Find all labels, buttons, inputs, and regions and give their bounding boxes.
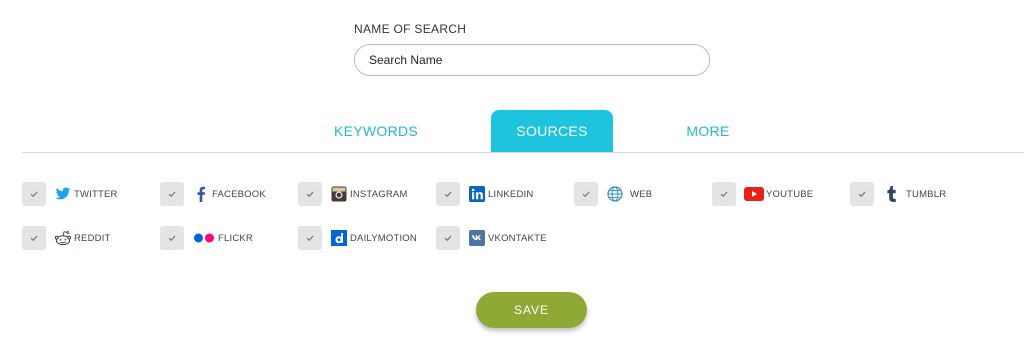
twitter-label: TWITTER	[74, 188, 118, 200]
facebook-label: FACEBOOK	[212, 188, 266, 200]
tab-sources[interactable]: SOURCES	[491, 110, 613, 152]
checkmark-icon	[306, 235, 314, 242]
instagram-label: INSTAGRAM	[350, 188, 408, 200]
checkmark-icon	[168, 191, 176, 198]
flickr-label: FLICKR	[218, 232, 253, 244]
checkmark-icon	[30, 235, 38, 242]
linkedin-checkbox[interactable]	[436, 182, 460, 206]
web-label: WEB	[630, 188, 653, 200]
web-checkbox[interactable]	[574, 182, 598, 206]
checkmark-icon	[582, 191, 590, 198]
dailymotion-label: DAILYMOTION	[350, 232, 417, 244]
source-vkontakte: VKONTAKTE	[436, 226, 547, 250]
tumblr-label: TUMBLR	[906, 188, 947, 200]
source-twitter: TWITTER	[22, 182, 118, 206]
flickr-checkbox[interactable]	[160, 226, 184, 250]
search-name-label: NAME OF SEARCH	[354, 22, 467, 36]
checkmark-icon	[444, 191, 452, 198]
tab-keywords[interactable]: KEYWORDS	[300, 110, 452, 152]
checkmark-icon	[858, 191, 866, 198]
source-reddit: REDDIT	[22, 226, 111, 250]
checkmark-icon	[306, 191, 314, 198]
facebook-icon	[192, 185, 210, 203]
youtube-icon	[744, 185, 764, 203]
vkontakte-checkbox[interactable]	[436, 226, 460, 250]
source-web: WEB	[574, 182, 652, 206]
globe-icon	[606, 185, 624, 203]
source-facebook: FACEBOOK	[160, 182, 266, 206]
twitter-checkbox[interactable]	[22, 182, 46, 206]
tab-divider	[22, 152, 1024, 153]
reddit-label: REDDIT	[74, 232, 111, 244]
tumblr-icon	[882, 185, 900, 203]
flickr-icon	[192, 229, 216, 247]
source-linkedin: LINKEDIN	[436, 182, 533, 206]
checkmark-icon	[720, 191, 728, 198]
dailymotion-icon	[330, 229, 348, 247]
source-instagram: INSTAGRAM	[298, 182, 408, 206]
checkmark-icon	[444, 235, 452, 242]
source-flickr: FLICKR	[160, 226, 253, 250]
checkmark-icon	[30, 191, 38, 198]
tab-more[interactable]: MORE	[648, 110, 768, 152]
search-name-input[interactable]	[354, 44, 710, 76]
instagram-checkbox[interactable]	[298, 182, 322, 206]
reddit-checkbox[interactable]	[22, 226, 46, 250]
dailymotion-checkbox[interactable]	[298, 226, 322, 250]
source-tumblr: TUMBLR	[850, 182, 946, 206]
checkmark-icon	[168, 235, 176, 242]
tumblr-checkbox[interactable]	[850, 182, 874, 206]
source-youtube: YOUTUBE	[712, 182, 813, 206]
vkontakte-icon	[468, 229, 486, 247]
source-dailymotion: DAILYMOTION	[298, 226, 417, 250]
linkedin-icon	[468, 185, 486, 203]
save-button[interactable]: SAVE	[476, 292, 587, 328]
linkedin-label: LINKEDIN	[488, 188, 534, 200]
instagram-icon	[330, 185, 348, 203]
vkontakte-label: VKONTAKTE	[488, 232, 547, 244]
facebook-checkbox[interactable]	[160, 182, 184, 206]
twitter-icon	[54, 185, 72, 203]
youtube-label: YOUTUBE	[766, 188, 814, 200]
youtube-checkbox[interactable]	[712, 182, 736, 206]
tab-bar: KEYWORDS SOURCES MORE	[0, 110, 1024, 152]
reddit-icon	[54, 229, 72, 247]
